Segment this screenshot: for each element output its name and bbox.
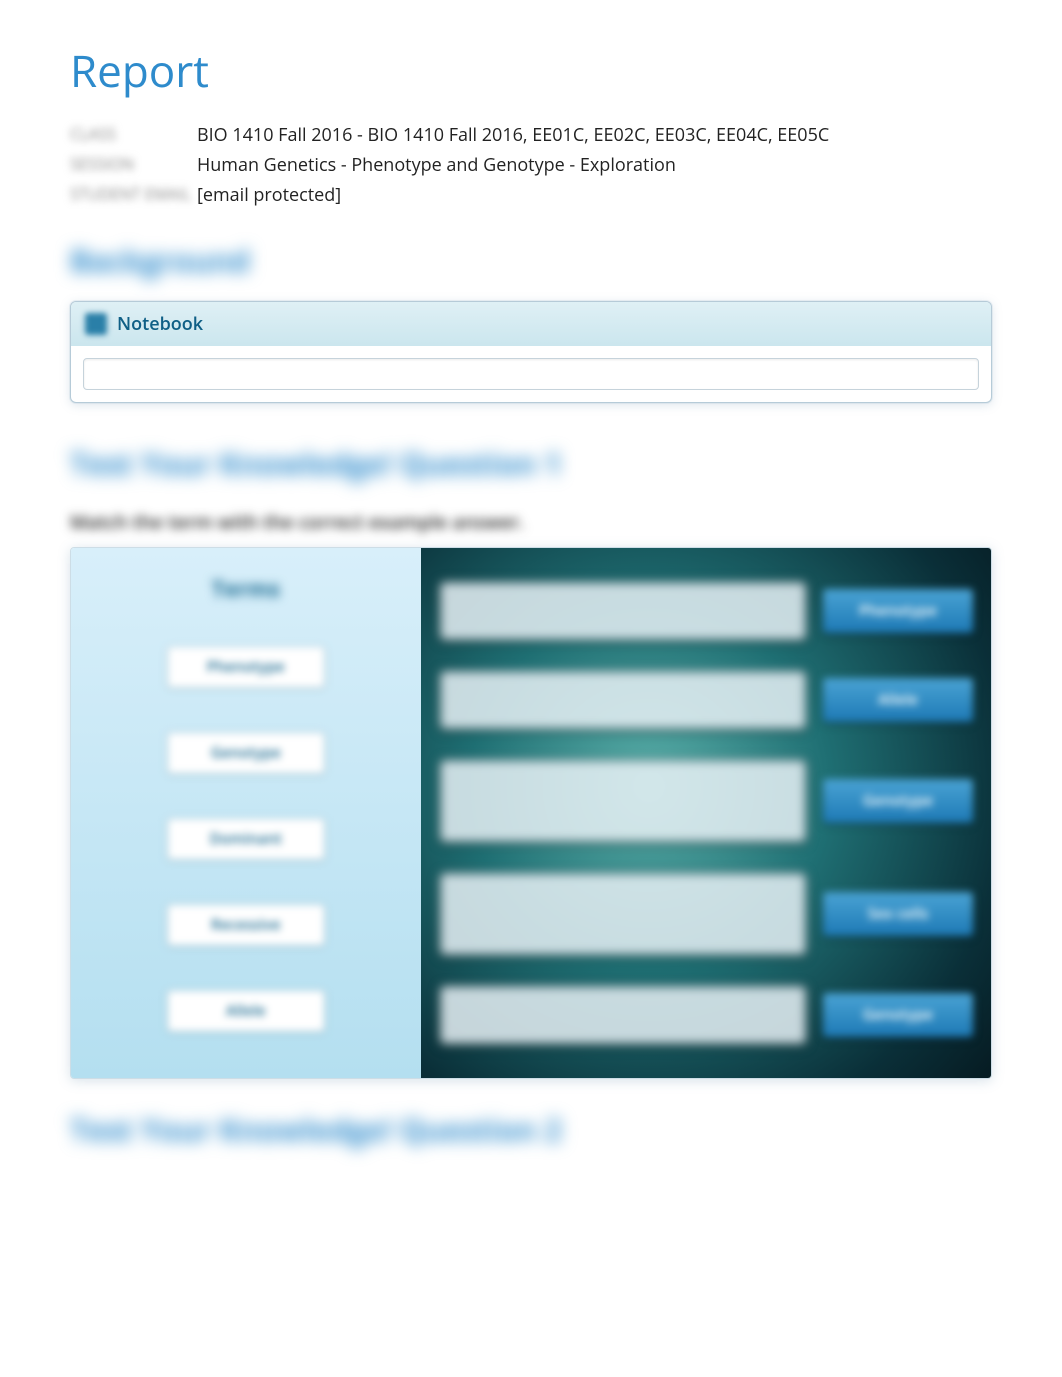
meta-label-session: SESSION: [70, 150, 197, 180]
term-pill[interactable]: Allele: [167, 990, 325, 1032]
answer-pill[interactable]: Sex cells: [823, 892, 973, 936]
question-2-heading: Test Your Knowledge! Question 2: [70, 1109, 992, 1150]
report-meta-table: CLASS BIO 1410 Fall 2016 - BIO 1410 Fall…: [70, 120, 835, 210]
matching-answers-column: Phenotype Allele Genotype Sex cells Geno…: [421, 548, 991, 1078]
notebook-input[interactable]: [83, 358, 979, 390]
definition-box: [439, 872, 807, 956]
matching-terms-column: Terms Phenotype Genotype Dominant Recess…: [71, 548, 421, 1078]
meta-label-class: CLASS: [70, 120, 197, 150]
table-row: STUDENT EMAIL [email protected]: [70, 180, 835, 210]
meta-value-session: Human Genetics - Phenotype and Genotype …: [197, 150, 835, 180]
match-row: Allele: [439, 670, 973, 730]
term-pill[interactable]: Recessive: [167, 904, 325, 946]
question-1-instruction: Match the term with the correct example …: [70, 509, 992, 535]
meta-label-student: STUDENT EMAIL: [70, 180, 197, 210]
meta-value-student: [email protected]: [197, 180, 835, 210]
background-heading: Background: [70, 240, 992, 281]
answer-pill[interactable]: Allele: [823, 678, 973, 722]
answer-pill[interactable]: Genotype: [823, 993, 973, 1037]
match-row: Genotype: [439, 759, 973, 843]
terms-heading: Terms: [212, 574, 280, 604]
term-pill[interactable]: Genotype: [167, 732, 325, 774]
definition-box: [439, 581, 807, 641]
matching-panel: Terms Phenotype Genotype Dominant Recess…: [70, 547, 992, 1079]
match-row: Sex cells: [439, 872, 973, 956]
definition-box: [439, 670, 807, 730]
answer-pill[interactable]: Genotype: [823, 779, 973, 823]
notebook-card: Notebook: [70, 301, 992, 403]
answer-pill[interactable]: Phenotype: [823, 589, 973, 633]
term-pill[interactable]: Dominant: [167, 818, 325, 860]
definition-box: [439, 759, 807, 843]
notebook-label: Notebook: [117, 312, 203, 336]
table-row: SESSION Human Genetics - Phenotype and G…: [70, 150, 835, 180]
page-title: Report: [70, 40, 992, 100]
notebook-body: [71, 346, 991, 402]
definition-box: [439, 985, 807, 1045]
table-row: CLASS BIO 1410 Fall 2016 - BIO 1410 Fall…: [70, 120, 835, 150]
match-row: Genotype: [439, 985, 973, 1045]
question-1-heading: Test Your Knowledge! Question 1: [70, 443, 992, 484]
notebook-header: Notebook: [71, 302, 991, 346]
match-row: Phenotype: [439, 581, 973, 641]
meta-value-class: BIO 1410 Fall 2016 - BIO 1410 Fall 2016,…: [197, 120, 835, 150]
notebook-icon: [85, 313, 107, 335]
term-pill[interactable]: Phenotype: [167, 646, 325, 688]
